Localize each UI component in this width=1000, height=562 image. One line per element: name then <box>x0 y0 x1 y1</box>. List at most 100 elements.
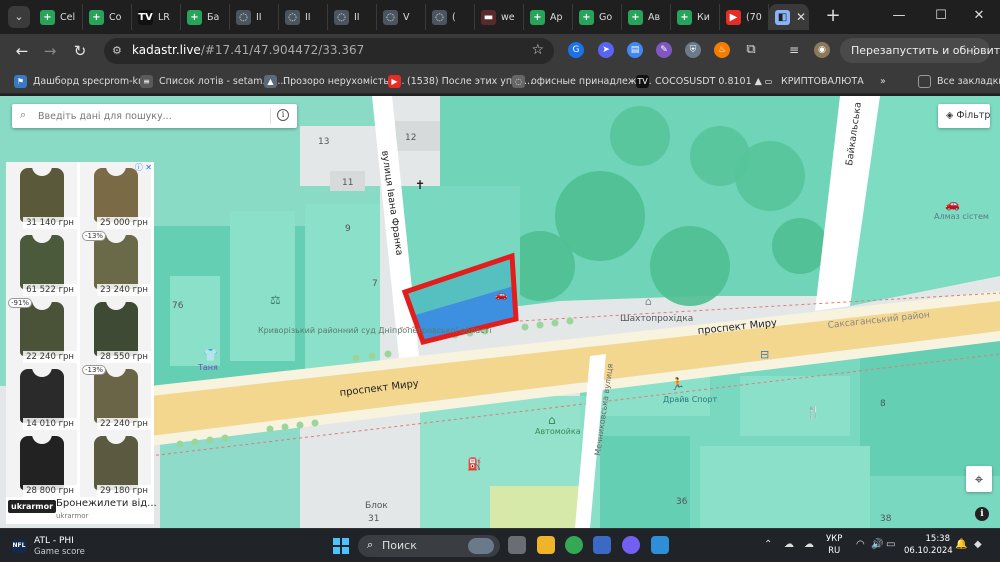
ad-product-tile[interactable]: 28 550 грн <box>80 296 151 363</box>
bookmark-item[interactable]: ▲ Прозоро нерухомість -... <box>264 73 405 89</box>
ad-product-tile[interactable]: -13% 23 240 грн <box>80 229 151 296</box>
ad-product-tile[interactable]: -91% 22 240 грн <box>6 296 77 363</box>
geolocate-button[interactable]: ⌖ <box>966 466 992 492</box>
browser-tab[interactable]: ◌ II <box>328 4 377 30</box>
svg-text:38: 38 <box>880 514 892 524</box>
close-tab-icon[interactable]: ✕ <box>796 10 806 24</box>
browser-tab[interactable]: ◌( <box>426 4 475 30</box>
bookmark-star-icon[interactable]: ☆ <box>531 42 544 58</box>
extension-feather-icon[interactable]: ✎ <box>656 42 672 58</box>
tab-title: II <box>354 11 360 23</box>
browser-tab[interactable]: ▶ (70 <box>720 4 769 30</box>
tab-title: Ки <box>697 11 710 23</box>
extensions-puzzle-icon[interactable]: ⧉ <box>743 42 759 58</box>
globe-icon: ◌ <box>334 9 349 25</box>
notifications-icon[interactable]: 🔔 <box>955 539 967 550</box>
bookmark-label: COCOSUSDT 0.8101 ▲... <box>655 75 771 87</box>
minimize-button[interactable]: — <box>888 6 910 26</box>
info-icon[interactable]: i <box>277 109 289 121</box>
ad-product-tile[interactable]: 61 522 грн <box>6 229 77 296</box>
notes-app-icon[interactable] <box>651 536 669 554</box>
map-icon: ◧ <box>775 9 790 25</box>
svg-text:11: 11 <box>342 178 353 188</box>
svg-text:Автомойка: Автомойка <box>535 427 581 436</box>
browser-tab[interactable]: + Co <box>83 4 132 30</box>
browser-tab[interactable]: ◌ II <box>279 4 328 30</box>
ad-product-tile[interactable]: 28 800 грн <box>6 430 77 497</box>
triangle-icon: ▲ <box>264 74 277 88</box>
onedrive-icon[interactable]: ☁ <box>804 539 814 550</box>
all-bookmarks[interactable]: Все закладки <box>918 73 1000 89</box>
ad-product-tile[interactable]: -13% 22 240 грн <box>80 363 151 430</box>
ad-product-tile[interactable]: 29 180 грн <box>80 430 151 497</box>
browser-tab[interactable]: + Ба <box>181 4 230 30</box>
bookmark-item[interactable]: ▭ КРИПТОВАЛЮТА <box>762 73 864 89</box>
bookmarks-overflow-button[interactable]: » <box>880 73 886 89</box>
browser-tab[interactable]: + Cel <box>34 4 83 30</box>
filter-button[interactable]: ◈ Фільтр <box>938 104 990 128</box>
site-info-icon[interactable]: ⚙ <box>112 44 122 57</box>
ad-product-tile[interactable]: 31 140 грн <box>6 162 77 229</box>
start-button[interactable] <box>333 538 349 554</box>
ad-banner[interactable]: 31 140 грн 25 000 грн 61 522 грн -13% 23 240… <box>6 162 157 524</box>
bookmark-item[interactable]: ⚑ Дашборд specprom-kr... <box>14 73 150 89</box>
tab-search-button[interactable]: ⌄ <box>8 6 30 28</box>
chrome-icon[interactable] <box>565 536 583 554</box>
ad-choices-icon[interactable]: ⓘ ✕ <box>135 162 152 173</box>
vest-image <box>20 367 64 423</box>
browser-tab[interactable]: + Ар <box>524 4 573 30</box>
weather-icon[interactable]: ☁ <box>784 539 794 550</box>
clock[interactable]: 15:38 06.10.2024 <box>904 533 953 557</box>
extension-docs-icon[interactable]: ▤ <box>627 42 643 58</box>
media-control-icon[interactable]: ≡ <box>786 42 802 58</box>
menu-dots-icon[interactable]: ⋮ <box>969 38 980 63</box>
relaunch-update-button[interactable]: Перезапустить и обновить ⋮ <box>840 38 1000 63</box>
back-button[interactable]: ← <box>12 41 32 61</box>
ad-product-tile[interactable]: 14 010 грн <box>6 363 77 430</box>
map-search-input[interactable] <box>38 107 268 125</box>
maximize-button[interactable]: ☐ <box>930 6 952 26</box>
extension-cursor-icon[interactable]: ➤ <box>598 42 614 58</box>
battery-icon[interactable]: ▭ <box>886 539 895 550</box>
browser-tab[interactable]: + Go <box>573 4 622 30</box>
browser-tab[interactable]: + Ки <box>671 4 720 30</box>
tray-overflow-icon[interactable]: ⌃ <box>764 539 772 550</box>
file-explorer-icon[interactable] <box>537 536 555 554</box>
wifi-icon[interactable]: ◠ <box>856 539 865 550</box>
extension-fire-icon[interactable]: ♨ <box>714 42 730 58</box>
language-indicator[interactable]: УКР RU <box>826 533 842 557</box>
profile-avatar[interactable]: ◉ <box>814 42 830 58</box>
volume-icon[interactable]: 🔊 <box>871 539 883 550</box>
svg-text:Драйв Спорт: Драйв Спорт <box>663 395 717 404</box>
extension-g-icon[interactable]: G <box>568 42 584 58</box>
ad-footer[interactable]: ukrarmor Бронежилети від... ukrarmor <box>6 496 157 524</box>
news-widget[interactable]: NFL ATL - PHI Game score <box>12 536 132 558</box>
new-tab-button[interactable]: + <box>823 6 843 26</box>
extension-shield-icon[interactable]: ⛨ <box>685 42 701 58</box>
close-window-button[interactable]: ✕ <box>968 6 990 26</box>
map-view[interactable]: ✝ ⌂ 🚗 ⌂ ⛽ ⊟ 🏃 🍴 ⚖ 👕 🚗 13 12 11 9 7 76 8 … <box>0 96 1000 528</box>
map-search-box[interactable]: ⌕ i <box>12 104 297 128</box>
layers-icon: ◈ <box>946 110 954 121</box>
browser-tab[interactable]: TV LR <box>132 4 181 30</box>
reload-button[interactable]: ↻ <box>70 41 90 61</box>
attribution-info-button[interactable]: i <box>975 507 989 521</box>
copilot-icon[interactable]: ◆ <box>974 539 982 550</box>
browser-tab[interactable]: + Ав <box>622 4 671 30</box>
svg-text:7: 7 <box>372 279 378 289</box>
forward-button[interactable]: → <box>40 41 60 61</box>
taskbar-search[interactable]: ⌕ Поиск <box>358 535 500 557</box>
ad-headline[interactable]: Бронежилети від... <box>56 498 157 509</box>
viber-icon[interactable] <box>622 536 640 554</box>
app-icon[interactable] <box>593 536 611 554</box>
product-price: 31 140 грн <box>23 217 77 229</box>
bookmark-item[interactable]: TV COCOSUSDT 0.8101 ▲... <box>636 73 771 89</box>
browser-tab[interactable]: ▬ we <box>475 4 524 30</box>
active-tab[interactable]: ◧ ✕ <box>769 4 809 30</box>
browser-tab[interactable]: ◌ II <box>230 4 279 30</box>
bookmark-item[interactable]: ◌ офисные принадлежн... <box>512 73 652 89</box>
folder-icon <box>918 74 931 88</box>
task-view-icon[interactable] <box>508 536 526 554</box>
address-bar[interactable]: ⚙ kadastr.live/#17.41/47.904472/33.367 ☆ <box>104 38 554 64</box>
browser-tab[interactable]: ◌ V <box>377 4 426 30</box>
